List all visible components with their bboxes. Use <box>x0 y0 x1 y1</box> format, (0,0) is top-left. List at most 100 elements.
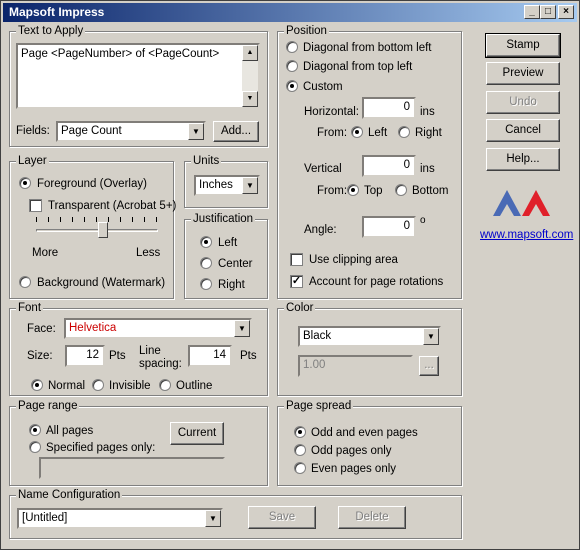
clipping-checkbox[interactable] <box>290 253 303 266</box>
opacity-input[interactable]: 1.00 <box>298 355 413 377</box>
chevron-down-icon[interactable]: ▼ <box>242 177 258 194</box>
spacing-input[interactable]: 14 <box>188 345 232 367</box>
opacity-slider-track[interactable] <box>36 229 158 232</box>
chevron-down-icon[interactable]: ▼ <box>188 123 204 140</box>
from-left-radio[interactable] <box>351 126 363 138</box>
units-select[interactable]: Inches ▼ <box>194 175 260 196</box>
foreground-radio[interactable] <box>19 177 31 189</box>
normal-radio[interactable] <box>31 379 43 391</box>
maximize-button[interactable]: □ <box>540 5 556 19</box>
help-button[interactable]: Help... <box>486 148 560 171</box>
diag-bottom-radio[interactable] <box>286 41 298 53</box>
stamp-button[interactable]: Stamp <box>485 33 561 58</box>
face-value: Helvetica <box>69 322 117 334</box>
horizontal-units: ins <box>420 106 435 118</box>
even-only-radio[interactable] <box>294 462 306 474</box>
transparent-checkbox[interactable] <box>29 199 42 212</box>
font-group: Font Face: Helvetica ▼ Size: 12 Pts Line… <box>9 301 268 396</box>
title-bar: Mapsoft Impress _ □ × <box>3 3 577 22</box>
from-right-radio[interactable] <box>398 126 410 138</box>
color-more-button[interactable]: ... <box>419 356 439 376</box>
spacing-label-line: Line <box>139 345 161 357</box>
name-config-select[interactable]: [Untitled] ▼ <box>17 508 223 529</box>
specified-pages-input[interactable] <box>39 457 225 479</box>
from-bottom-radio[interactable] <box>395 184 407 196</box>
fields-select[interactable]: Page Count ▼ <box>56 121 206 142</box>
size-units: Pts <box>109 350 126 362</box>
color-value: Black <box>303 330 332 342</box>
diag-top-radio[interactable] <box>286 60 298 72</box>
slider-ticks <box>36 217 158 223</box>
page-range-group: Page range All pages Specified pages onl… <box>9 399 268 486</box>
face-label: Face: <box>27 323 56 335</box>
horizontal-input[interactable]: 0 <box>362 97 416 119</box>
chevron-down-icon[interactable]: ▼ <box>423 328 439 345</box>
odd-only-radio[interactable] <box>294 444 306 456</box>
face-select[interactable]: Helvetica ▼ <box>64 318 252 339</box>
background-label: Background (Watermark) <box>37 277 166 289</box>
all-pages-label: All pages <box>46 425 94 437</box>
slider-tick <box>48 217 49 222</box>
justify-left-radio[interactable] <box>200 236 212 248</box>
add-field-button[interactable]: Add... <box>213 121 259 142</box>
text-scrollbar[interactable]: ▲ ▼ <box>242 45 258 107</box>
save-config-button[interactable]: Save <box>248 506 316 529</box>
color-group: Color Black ▼ 1.00 ... <box>277 301 462 396</box>
custom-radio[interactable] <box>286 80 298 92</box>
slider-tick <box>156 217 157 222</box>
invisible-radio[interactable] <box>92 379 104 391</box>
justify-center-radio[interactable] <box>200 257 212 269</box>
layer-group: Layer Foreground (Overlay) Transparent (… <box>9 154 176 299</box>
horizontal-label: Horizontal: <box>304 106 359 118</box>
invisible-label: Invisible <box>109 380 151 392</box>
units-group: Units Inches ▼ <box>184 154 268 208</box>
delete-config-button[interactable]: Delete <box>338 506 406 529</box>
rotations-checkbox[interactable]: ✓ <box>290 275 303 288</box>
odd-even-radio[interactable] <box>294 426 306 438</box>
impress-window: Mapsoft Impress _ □ × Text to Apply Page… <box>0 0 580 550</box>
from-bottom-label: Bottom <box>412 185 449 197</box>
justify-right-label: Right <box>218 279 245 291</box>
justify-left-label: Left <box>218 237 238 249</box>
slider-tick <box>108 217 109 222</box>
slider-tick <box>120 217 121 222</box>
angle-input[interactable]: 0 <box>362 216 416 238</box>
text-to-apply-input[interactable]: Page <PageNumber> of <PageCount> <box>16 43 260 109</box>
justification-title: Justification <box>191 212 256 226</box>
mapsoft-link[interactable]: www.mapsoft.com <box>480 229 573 241</box>
outline-radio[interactable] <box>159 379 171 391</box>
vertical-input[interactable]: 0 <box>362 155 416 177</box>
color-select[interactable]: Black ▼ <box>298 326 441 347</box>
preview-button[interactable]: Preview <box>486 62 560 85</box>
scroll-down-icon[interactable]: ▼ <box>242 91 258 107</box>
current-page-button[interactable]: Current <box>170 422 224 445</box>
page-spread-title: Page spread <box>284 399 354 413</box>
minimize-button[interactable]: _ <box>524 5 540 19</box>
vertical-from-label: From: <box>317 185 348 197</box>
normal-label: Normal <box>48 380 86 392</box>
outline-label: Outline <box>176 380 213 392</box>
from-top-radio[interactable] <box>347 184 359 196</box>
cancel-button[interactable]: Cancel <box>486 119 560 142</box>
spacing-units: Pts <box>240 350 257 362</box>
size-label: Size: <box>27 350 53 362</box>
vertical-units: ins <box>420 163 435 175</box>
specified-pages-radio[interactable] <box>29 441 41 453</box>
diag-top-label: Diagonal from top left <box>303 61 413 73</box>
close-button[interactable]: × <box>558 5 574 19</box>
text-to-apply-group: Text to Apply Page <PageNumber> of <Page… <box>9 24 268 147</box>
slider-tick <box>60 217 61 222</box>
fields-value: Page Count <box>61 125 122 137</box>
window-title: Mapsoft Impress <box>9 5 105 19</box>
undo-button[interactable]: Undo <box>486 91 560 114</box>
background-radio[interactable] <box>19 276 31 288</box>
size-input[interactable]: 12 <box>65 345 105 367</box>
opacity-slider-thumb[interactable] <box>98 222 109 238</box>
slider-tick <box>132 217 133 222</box>
chevron-down-icon[interactable]: ▼ <box>234 320 250 337</box>
scroll-up-icon[interactable]: ▲ <box>242 45 258 61</box>
all-pages-radio[interactable] <box>29 424 41 436</box>
chevron-down-icon[interactable]: ▼ <box>205 510 221 527</box>
justify-right-radio[interactable] <box>200 278 212 290</box>
fields-label: Fields: <box>16 125 50 137</box>
